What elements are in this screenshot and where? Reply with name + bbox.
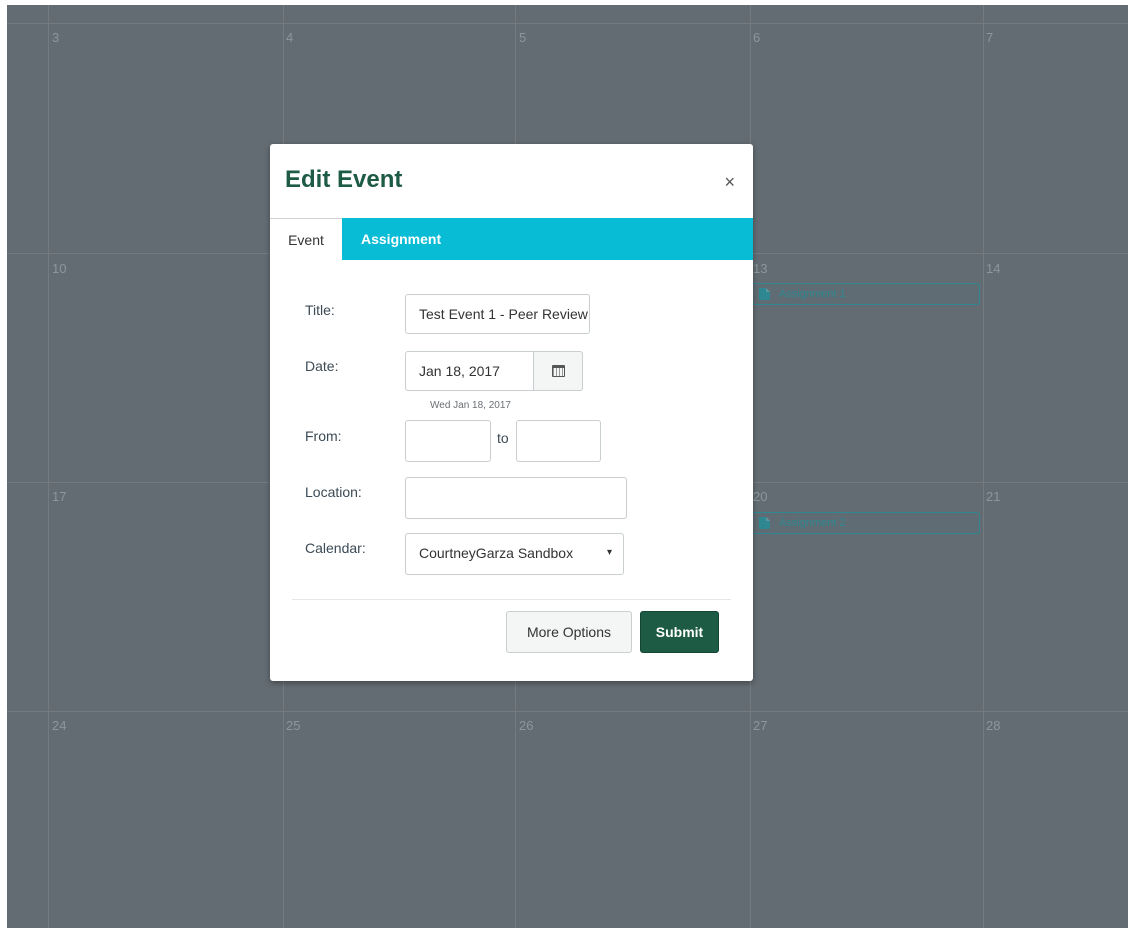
start-time-input[interactable] bbox=[405, 420, 491, 462]
title-input[interactable]: Test Event 1 - Peer Review bbox=[405, 294, 590, 334]
submit-button[interactable]: Submit bbox=[640, 611, 719, 653]
calendar-event-assignment-2[interactable]: Assignment 2 bbox=[752, 512, 980, 534]
day-number: 7 bbox=[986, 30, 994, 45]
day-number: 13 bbox=[753, 261, 768, 276]
calendar-select-value: CourtneyGarza Sandbox bbox=[419, 545, 574, 561]
title-label: Title: bbox=[305, 302, 335, 318]
chevron-down-icon: ▾ bbox=[606, 547, 612, 558]
close-icon[interactable]: × bbox=[724, 170, 735, 194]
day-number: 4 bbox=[286, 30, 294, 45]
day-number: 26 bbox=[519, 718, 534, 733]
edit-event-dialog: Edit Event × Event Assignment Title: Tes… bbox=[270, 144, 753, 681]
calendar-label: Calendar: bbox=[305, 540, 366, 556]
day-number: 28 bbox=[986, 718, 1001, 733]
tab-assignment[interactable]: Assignment bbox=[345, 218, 457, 260]
location-input[interactable] bbox=[405, 477, 627, 519]
assignment-icon bbox=[759, 517, 770, 529]
assignment-icon bbox=[759, 288, 770, 300]
to-label: to bbox=[497, 430, 509, 446]
calendar-icon bbox=[552, 365, 565, 377]
day-number: 5 bbox=[519, 30, 527, 45]
grid-line bbox=[7, 23, 1128, 24]
grid-line bbox=[983, 5, 984, 928]
calendar-event-assignment-1[interactable]: Assignment 1 bbox=[752, 283, 980, 305]
event-label: Assignment 1 bbox=[779, 288, 846, 300]
calendar-select[interactable]: CourtneyGarza Sandbox ▾ bbox=[405, 533, 624, 575]
day-number: 24 bbox=[52, 718, 67, 733]
day-number: 10 bbox=[52, 261, 67, 276]
divider bbox=[292, 599, 731, 600]
dialog-title: Edit Event bbox=[285, 166, 403, 193]
date-input[interactable]: Jan 18, 2017 bbox=[405, 351, 534, 391]
day-number: 17 bbox=[52, 489, 67, 504]
more-options-button[interactable]: More Options bbox=[506, 611, 632, 653]
date-label: Date: bbox=[305, 358, 339, 374]
day-number: 3 bbox=[52, 30, 60, 45]
end-time-input[interactable] bbox=[516, 420, 601, 462]
tab-bar: Event Assignment bbox=[270, 218, 753, 260]
from-label: From: bbox=[305, 428, 342, 444]
grid-line bbox=[7, 711, 1128, 712]
day-number: 27 bbox=[753, 718, 768, 733]
date-picker-button[interactable] bbox=[534, 351, 583, 391]
grid-line bbox=[48, 5, 49, 928]
event-label: Assignment 2 bbox=[779, 517, 846, 529]
day-number: 14 bbox=[986, 261, 1001, 276]
day-number: 25 bbox=[286, 718, 301, 733]
date-hint: Wed Jan 18, 2017 bbox=[430, 400, 511, 411]
day-number: 6 bbox=[753, 30, 761, 45]
day-number: 20 bbox=[753, 489, 768, 504]
day-number: 21 bbox=[986, 489, 1001, 504]
tab-event[interactable]: Event bbox=[270, 218, 342, 260]
location-label: Location: bbox=[305, 484, 362, 500]
